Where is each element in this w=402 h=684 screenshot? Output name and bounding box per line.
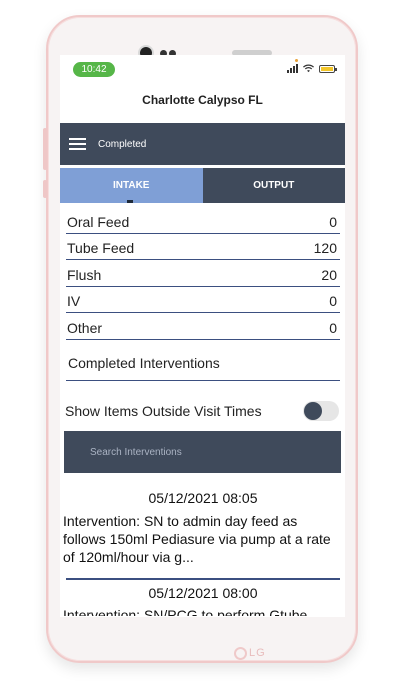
row-label: Tube Feed [67, 240, 135, 257]
entry-datetime: 05/12/2021 08:00 [148, 585, 258, 601]
row-label: IV [67, 293, 81, 310]
row-value: 0 [329, 293, 337, 310]
intake-row-flush: Flush 20 [66, 260, 340, 287]
search-input[interactable] [90, 446, 320, 458]
privacy-dot [295, 59, 298, 62]
patient-name: Charlotte Calypso FL [142, 93, 263, 107]
row-value: 0 [329, 319, 337, 336]
status-bar: 10:42 [60, 55, 345, 83]
row-label: Flush [67, 266, 102, 283]
top-app-bar: Completed [60, 123, 345, 165]
intake-row-oral-feed: Oral Feed 0 [66, 207, 340, 234]
side-button [43, 180, 47, 198]
search-bar [64, 431, 341, 473]
outside-visit-toggle-row: Show Items Outside Visit Times [65, 400, 339, 422]
intake-list: Oral Feed 0 Tube Feed 120 Flush 20 IV 0 … [66, 207, 340, 340]
status-time: 10:42 [73, 62, 115, 77]
entry-datetime: 05/12/2021 08:05 [148, 490, 258, 506]
intake-row-tube-feed: Tube Feed 120 [66, 234, 340, 261]
entry-divider [66, 578, 340, 580]
wifi-icon [303, 64, 314, 73]
intake-row-iv: IV 0 [66, 287, 340, 314]
brand-logo: LG [234, 645, 274, 661]
row-value: 20 [321, 266, 337, 283]
tab-intake[interactable]: INTAKE [60, 168, 203, 203]
brand-text: LG [249, 647, 266, 659]
intervention-entry[interactable]: 05/12/2021 08:05 Intervention: SN to adm… [63, 490, 343, 566]
entry-text: Intervention: SN/PCG to perform Gtube [63, 607, 308, 616]
status-icons [287, 64, 337, 73]
menu-icon[interactable] [69, 138, 86, 150]
toggle-knob [304, 402, 322, 420]
row-label: Other [67, 319, 103, 336]
screen-title: Completed [98, 138, 147, 150]
brand-circle-icon [234, 646, 247, 660]
row-value: 120 [313, 240, 337, 257]
entry-text: Intervention: SN to admin day feed as fo… [63, 513, 331, 565]
active-tab-indicator [127, 200, 133, 203]
row-value: 0 [329, 213, 337, 230]
outside-visit-toggle[interactable] [303, 401, 339, 421]
row-label: Oral Feed [67, 213, 130, 230]
side-button [43, 128, 47, 170]
signal-icon [287, 64, 298, 73]
app-screen: 10:42 Charlotte Calypso FL Completed INT… [60, 55, 345, 617]
intervention-entry[interactable]: 05/12/2021 08:00 Intervention: SN/PCG to… [63, 585, 343, 616]
battery-icon [319, 64, 337, 73]
tab-output[interactable]: OUTPUT [202, 168, 345, 203]
toggle-label: Show Items Outside Visit Times [65, 403, 262, 419]
tab-bar: INTAKE OUTPUT [60, 168, 345, 203]
completed-interventions-heading: Completed Interventions [66, 355, 340, 381]
intake-row-other: Other 0 [66, 313, 340, 340]
